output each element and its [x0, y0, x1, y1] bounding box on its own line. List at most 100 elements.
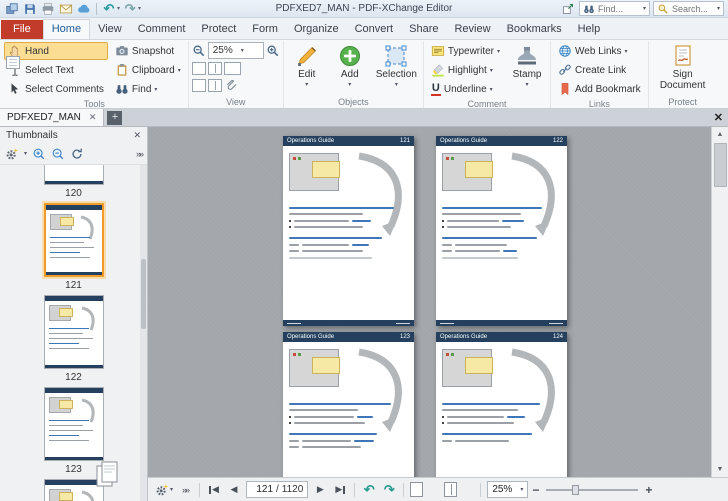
add-objects-button[interactable]: Add ▾	[330, 42, 370, 89]
launch-application-icon[interactable]	[560, 1, 576, 16]
rotate-pages-icon[interactable]	[70, 147, 84, 161]
add-bookmark-button[interactable]: Add Bookmark	[554, 80, 645, 98]
camera-icon	[116, 46, 128, 56]
sign-document-button[interactable]: Sign Document	[652, 42, 714, 92]
page-thumbnail[interactable]	[43, 387, 104, 461]
fit-visible-icon[interactable]	[223, 62, 241, 75]
page-number-input[interactable]	[251, 484, 274, 495]
clipboard-button[interactable]: Clipboard ▾	[111, 61, 185, 79]
new-document-tab-button[interactable]: +	[107, 110, 123, 125]
ribbon-tab-file[interactable]: File	[1, 20, 43, 39]
close-document-icon[interactable]: ✕	[714, 111, 723, 124]
print-icon[interactable]	[40, 1, 56, 16]
ribbon-tab-form[interactable]: Form	[244, 20, 286, 39]
ribbon-tab-convert[interactable]: Convert	[347, 20, 402, 39]
typewriter-button[interactable]: Typewriter ▾	[427, 42, 504, 60]
ribbon-tab-protect[interactable]: Protect	[193, 20, 244, 39]
selection-button[interactable]: Selection ▾	[373, 42, 420, 89]
ribbon-tab-bookmarks[interactable]: Bookmarks	[499, 20, 570, 39]
zoom-slider-knob[interactable]	[572, 484, 580, 495]
status-zoom-combo[interactable]: 25% ▾	[487, 481, 529, 498]
find-caret-icon[interactable]: ▾	[643, 5, 646, 12]
redo-caret-icon[interactable]: ▾	[138, 5, 141, 12]
underline-button[interactable]: U Underline ▾	[427, 80, 504, 98]
canvas-scrollbar-thumb[interactable]	[713, 143, 727, 187]
zoom-slider[interactable]	[546, 484, 639, 495]
create-link-button[interactable]: Create Link	[554, 61, 645, 79]
single-page-icon[interactable]	[191, 78, 206, 92]
share-cloud-icon[interactable]	[76, 1, 92, 16]
page-thumbnail-selected[interactable]	[43, 203, 104, 277]
ribbon-tab-share[interactable]: Share	[401, 20, 446, 39]
thumbnails-panel-close-icon[interactable]: ✕	[133, 130, 141, 141]
attachments-icon[interactable]	[224, 78, 238, 92]
zoom-out-icon[interactable]	[192, 44, 206, 58]
pencil-icon	[297, 47, 316, 66]
previous-page-button[interactable]: ◀	[226, 481, 242, 499]
save-icon[interactable]	[22, 1, 38, 16]
document-tab-close-icon[interactable]: ✕	[89, 112, 97, 123]
last-page-button[interactable]: ▶	[332, 481, 348, 499]
document-canvas[interactable]: Operations Guide 121 Operations Guide 12…	[148, 127, 711, 477]
web-links-button[interactable]: Web Links ▾	[554, 42, 645, 60]
continuous-view-icon[interactable]	[6, 56, 20, 69]
document-page[interactable]: Operations Guide 121	[283, 136, 414, 326]
search-caret-icon[interactable]: ▾	[717, 5, 720, 12]
search-box[interactable]: ▾	[652, 1, 724, 16]
highlight-button[interactable]: Highlight ▾	[427, 61, 504, 79]
status-options-icon[interactable]: ▾	[155, 481, 173, 499]
edit-objects-button[interactable]: Edit ▾	[287, 42, 327, 89]
document-page[interactable]: Operations Guide 124	[436, 332, 567, 477]
stamp-button[interactable]: Stamp ▾	[507, 42, 547, 89]
document-page[interactable]: Operations Guide 123	[283, 332, 414, 477]
page-thumbnail[interactable]	[43, 165, 104, 185]
ribbon-tab-organize[interactable]: Organize	[286, 20, 347, 39]
ribbon-tab-review[interactable]: Review	[446, 20, 498, 39]
zoom-in-button[interactable]: +	[645, 483, 652, 497]
ribbon-tab-comment[interactable]: Comment	[130, 20, 194, 39]
first-page-button[interactable]: ◀	[206, 481, 222, 499]
zoom-in-icon[interactable]	[266, 44, 280, 58]
snapshot-button[interactable]: Snapshot	[111, 42, 185, 60]
actual-size-icon[interactable]	[191, 62, 206, 75]
status-expand-icon[interactable]: »»	[177, 481, 193, 499]
page-number-box[interactable]: / 1120	[246, 481, 309, 498]
find-button[interactable]: Find ▾	[111, 80, 185, 98]
scroll-up-icon[interactable]: ▲	[712, 127, 728, 142]
two-page-view-icon[interactable]	[207, 62, 222, 75]
thumbnails-options-icon[interactable]	[5, 147, 19, 161]
scroll-down-icon[interactable]: ▼	[712, 462, 728, 477]
next-view-icon[interactable]: ↷	[381, 481, 397, 499]
next-page-button[interactable]: ▶	[312, 481, 328, 499]
thumbnails-zoom-out-icon[interactable]	[51, 147, 65, 161]
thumbnails-zoom-in-icon[interactable]	[32, 147, 46, 161]
document-tab[interactable]: PDFXED7_MAN ✕	[0, 109, 105, 126]
thumbnails-scrollbar[interactable]	[140, 165, 147, 501]
ribbon-tab-help[interactable]: Help	[570, 20, 609, 39]
ribbon-tab-bar: File Home View Comment Protect Form Orga…	[0, 18, 728, 40]
thumbnails-options-caret-icon[interactable]: ▾	[24, 150, 27, 157]
undo-icon[interactable]: ↶	[101, 1, 117, 16]
find-input[interactable]	[597, 3, 640, 14]
search-input[interactable]	[671, 3, 714, 14]
page-thumbnail[interactable]	[43, 295, 104, 369]
email-icon[interactable]	[58, 1, 74, 16]
two-page-layout-icon[interactable]	[444, 482, 458, 497]
undo-caret-icon[interactable]: ▾	[117, 5, 120, 12]
page-screenshot-figure	[442, 153, 493, 191]
canvas-scrollbar[interactable]: ▲ ▼	[711, 127, 728, 477]
continuous-two-page-icon[interactable]	[207, 78, 222, 92]
ribbon-tab-home[interactable]: Home	[42, 19, 91, 40]
ribbon-zoom-combo[interactable]: 25% ▾	[207, 42, 264, 59]
thumbnails-scrollbar-thumb[interactable]	[141, 259, 146, 330]
redo-icon[interactable]: ↷	[122, 1, 138, 16]
single-page-layout-icon[interactable]	[410, 482, 424, 497]
ribbon-tab-view[interactable]: View	[90, 20, 130, 39]
select-comments-button[interactable]: Select Comments	[4, 80, 108, 98]
previous-view-icon[interactable]: ↶	[361, 481, 377, 499]
find-box[interactable]: ▾	[578, 1, 650, 16]
thumbnails-toolbar-expand-icon[interactable]: »»	[136, 149, 144, 159]
document-page[interactable]: Operations Guide 122	[436, 136, 567, 326]
zoom-out-button[interactable]: −	[532, 483, 539, 497]
ribbon: Hand Select Text Select Comments Snapsho…	[0, 39, 728, 109]
